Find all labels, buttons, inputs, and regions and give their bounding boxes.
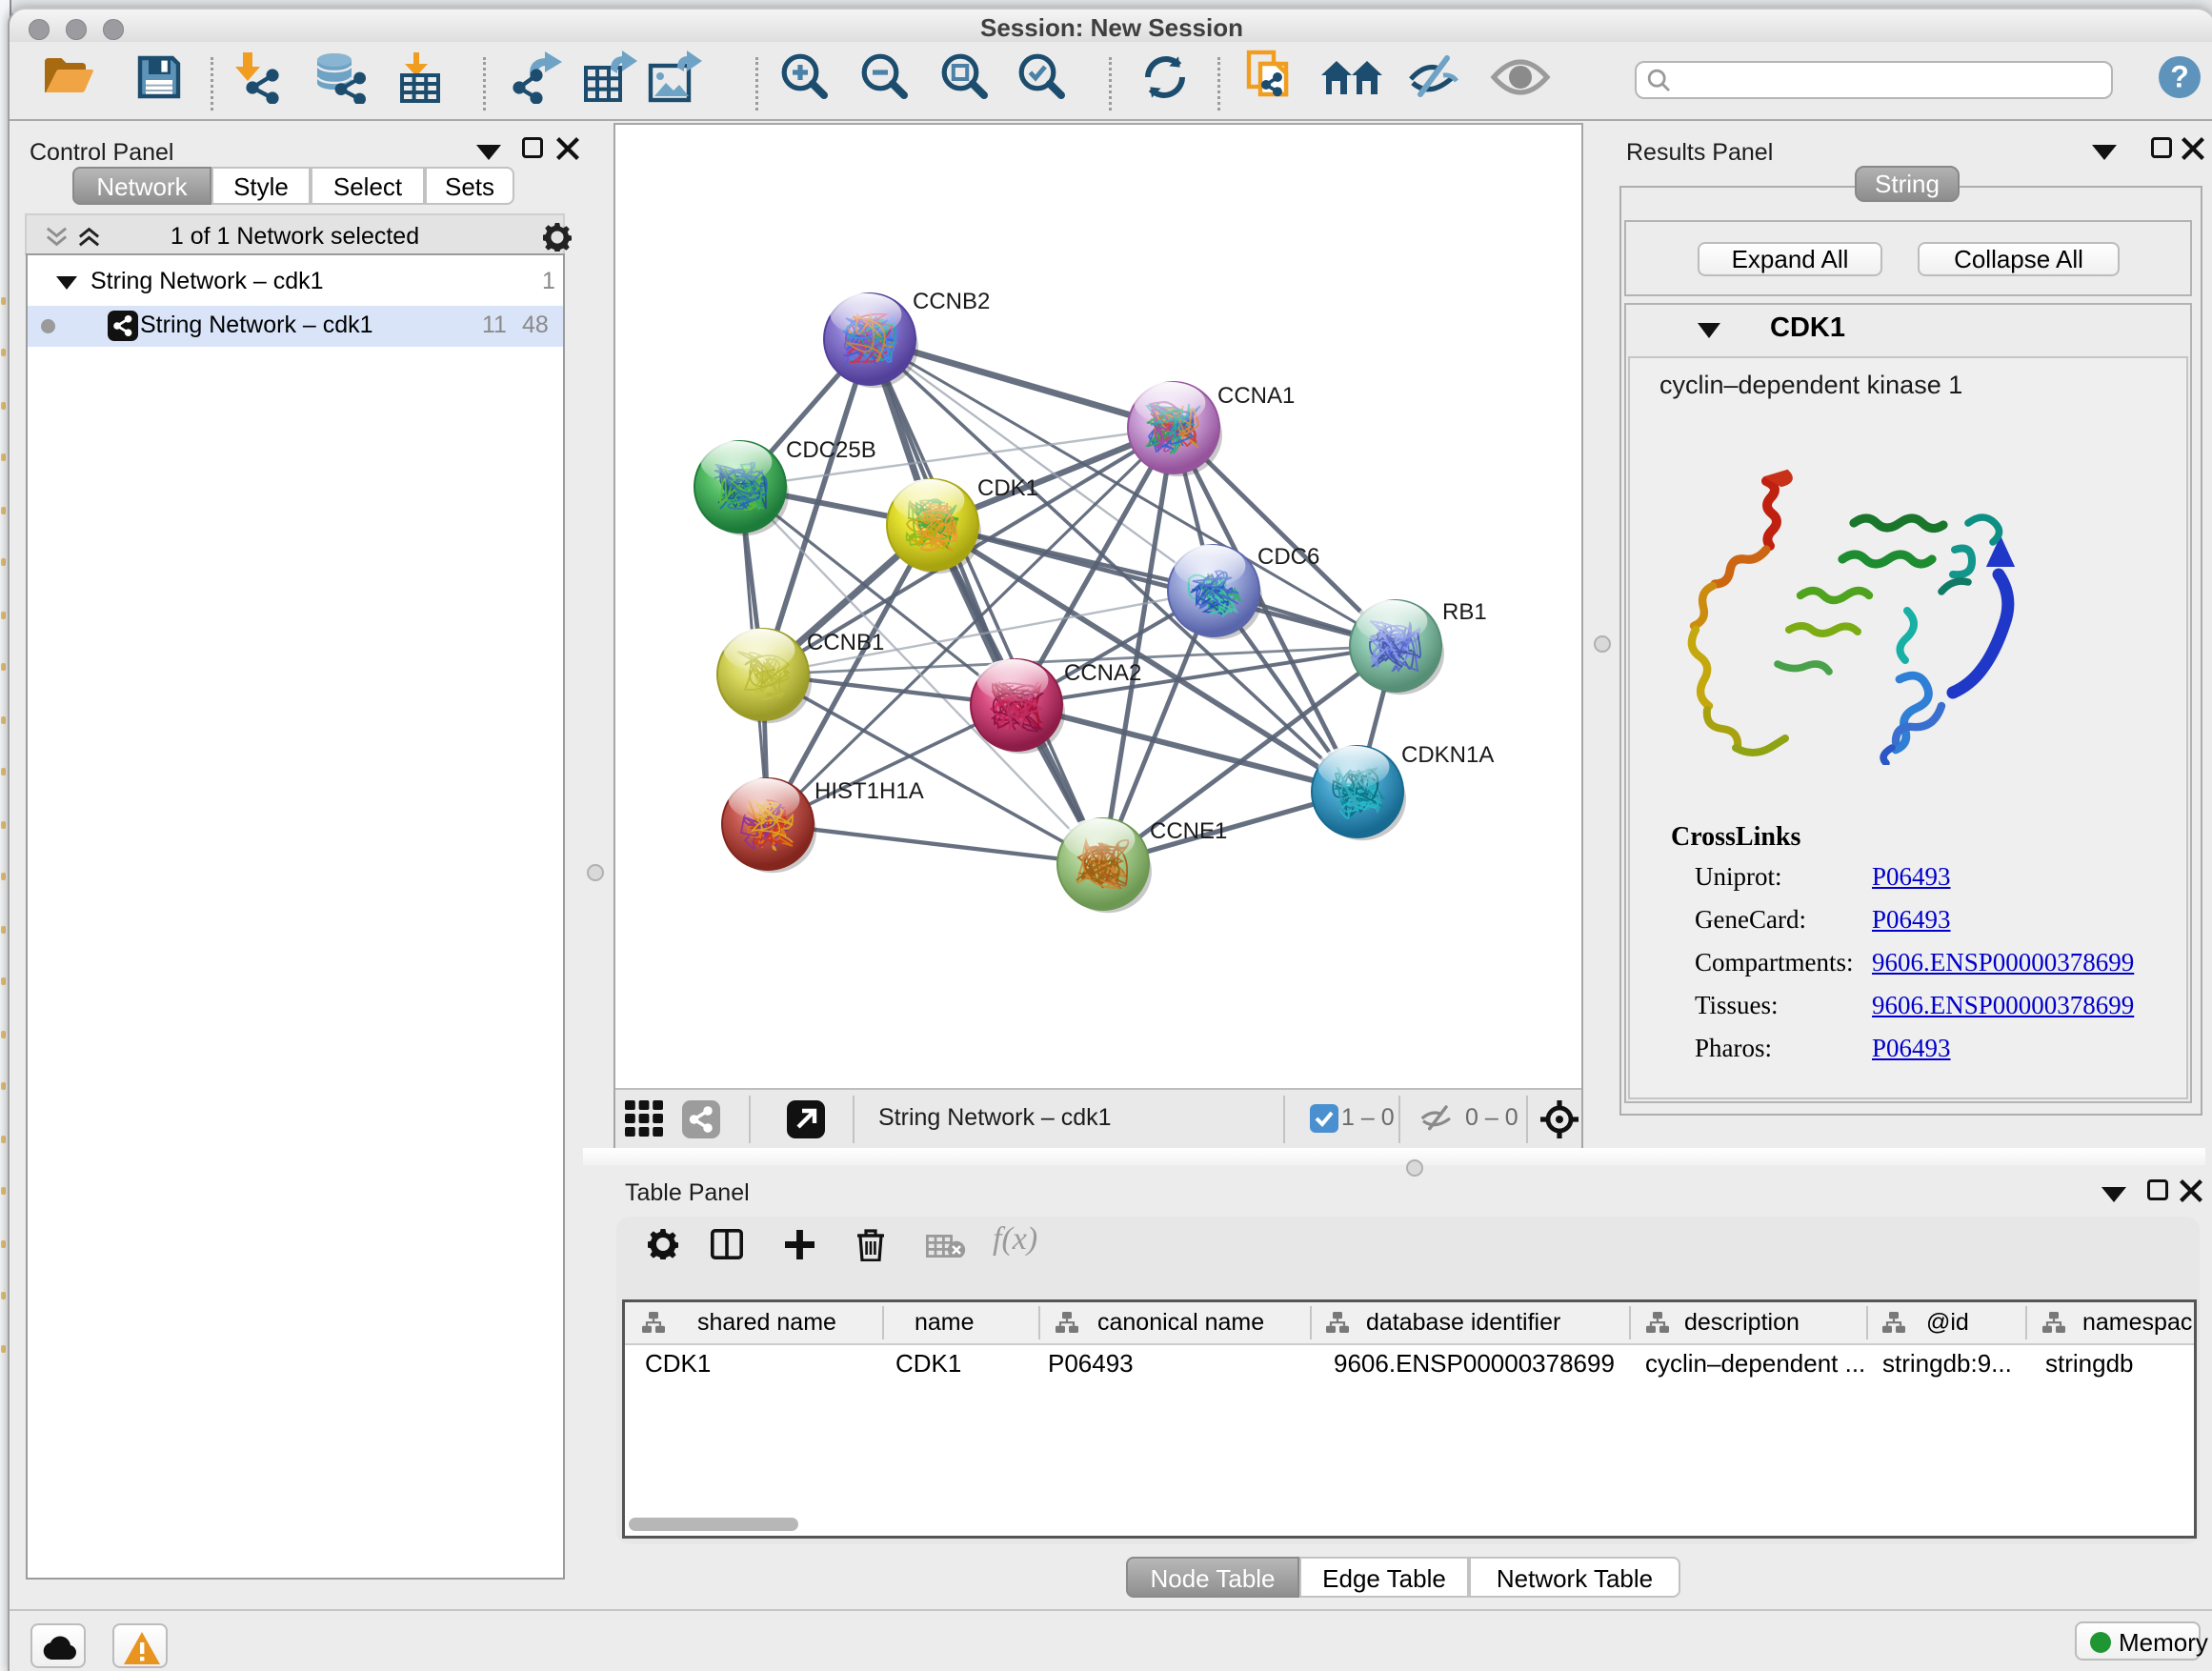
svg-text:CDC25B: CDC25B <box>786 437 876 463</box>
svg-text:CCNA1: CCNA1 <box>1217 383 1295 409</box>
svg-text:?: ? <box>2170 59 2189 93</box>
svg-text:CDKN1A: CDKN1A <box>1401 742 1494 768</box>
svg-text:CDC6: CDC6 <box>1257 544 1319 570</box>
svg-text:CCNE1: CCNE1 <box>1150 818 1227 844</box>
svg-text:HIST1H1A: HIST1H1A <box>814 778 924 804</box>
svg-text:CCNB1: CCNB1 <box>807 630 884 655</box>
svg-text:CDK1: CDK1 <box>977 475 1038 501</box>
svg-text:CCNA2: CCNA2 <box>1064 660 1141 686</box>
svg-text:CCNB2: CCNB2 <box>913 289 990 314</box>
svg-text:RB1: RB1 <box>1442 599 1487 625</box>
